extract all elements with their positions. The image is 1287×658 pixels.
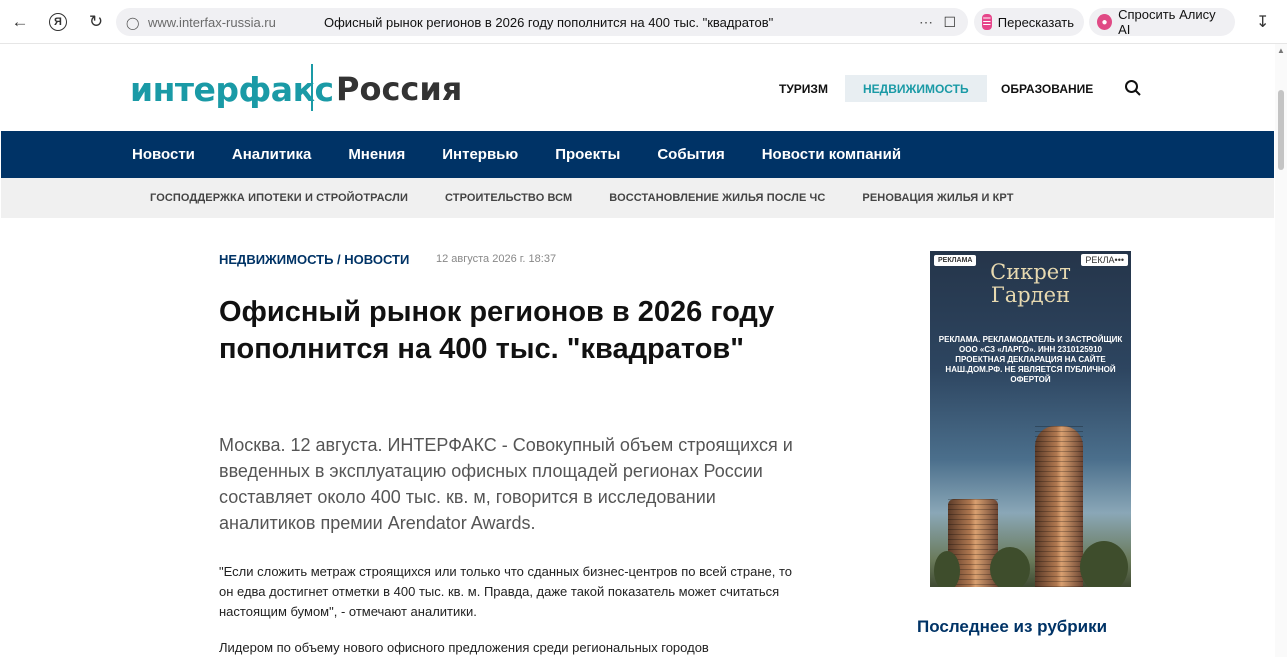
nav-events[interactable]: События [657,146,724,163]
top-link-real-estate[interactable]: НЕДВИЖИМОСТЬ [845,75,987,102]
address-bar[interactable]: ◯ www.interfax-russia.ru Офисный рынок р… [116,8,968,36]
nav-analytics[interactable]: Аналитика [232,146,311,163]
breadcrumb[interactable]: НЕДВИЖИМОСТЬ / НОВОСТИ [219,252,409,267]
retell-label: Пересказать [997,14,1074,30]
scrollbar[interactable]: ▲ [1275,44,1287,657]
subnav-housing-restoration[interactable]: ВОССТАНОВЛЕНИЕ ЖИЛЬЯ ПОСЛЕ ЧС [609,192,825,204]
retell-button[interactable]: ☰ Пересказать [974,8,1084,36]
site-logo[interactable]: интерфакс [130,70,334,109]
subnav-renovation[interactable]: РЕНОВАЦИЯ ЖИЛЬЯ И КРТ [862,192,1013,204]
nav-interviews[interactable]: Интервью [442,146,518,163]
sub-nav: ГОСПОДДЕРЖКА ИПОТЕКИ И СТРОЙОТРАСЛИ СТРО… [1,178,1274,218]
article-headline: Офисный рынок регионов в 2026 году попол… [219,296,775,365]
address-url: www.interfax-russia.ru [148,14,276,30]
more-icon[interactable]: ⋯ [919,14,934,31]
site-region[interactable]: Россия [336,70,462,108]
shield-icon: ◯ [126,15,140,30]
nav-projects[interactable]: Проекты [555,146,620,163]
nav-news[interactable]: Новости [132,146,195,163]
nav-opinions[interactable]: Мнения [348,146,405,163]
yandex-button[interactable]: Я [40,4,76,40]
logo-divider [311,64,313,111]
ask-alice-button[interactable]: ● Спросить Алису AI [1089,7,1235,37]
address-page-title: Офисный рынок регионов в 2026 году попол… [324,14,774,30]
reload-icon[interactable]: ↻ [78,4,114,40]
ad-tree-image [1080,541,1128,587]
ad-brand: Сикрет Гарден [990,260,1071,307]
scroll-thumb[interactable] [1278,90,1284,170]
ad-building-image [1035,426,1083,587]
alice-icon: ● [1097,14,1113,30]
top-link-tourism[interactable]: ТУРИЗМ [761,75,846,102]
article-date: 12 августа 2026 г. 18:37 [436,253,557,265]
browser-toolbar: ← Я ↻ ◯ www.interfax-russia.ru Офисный р… [0,0,1287,44]
retell-icon: ☰ [982,14,992,30]
article-paragraph: Лидером по объему нового офисного предло… [219,640,709,655]
scroll-up-icon[interactable]: ▲ [1277,46,1285,55]
subnav-mortgage-support[interactable]: ГОСПОДДЕРЖКА ИПОТЕКИ И СТРОЙОТРАСЛИ [150,192,408,204]
nav-company-news[interactable]: Новости компаний [762,146,901,163]
article-paragraph: "Если сложить метраж строящихся или толь… [219,564,793,619]
ad-banner[interactable]: РЕКЛАМА РЕКЛА••• Сикрет Гарден РЕКЛАМА. … [930,251,1131,587]
back-icon[interactable]: ← [2,4,38,40]
yandex-icon: Я [49,12,67,31]
ad-tree-image [990,547,1030,587]
search-icon[interactable] [1124,79,1142,102]
subnav-hsr-construction[interactable]: СТРОИТЕЛЬСТВО ВСМ [445,192,572,204]
top-link-education[interactable]: ОБРАЗОВАНИЕ [983,75,1111,102]
sidebar-heading: Последнее из рубрики [917,617,1108,636]
main-nav: Новости Аналитика Мнения Интервью Проект… [1,131,1274,178]
ask-alice-label: Спросить Алису AI [1118,7,1216,37]
download-icon[interactable]: ↧ [1256,12,1269,32]
article-lead: Москва. 12 августа. ИНТЕРФАКС - Совокупн… [219,435,793,533]
ad-disclaimer: РЕКЛАМА. РЕКЛАМОДАТЕЛЬ И ЗАСТРОЙЩИК ООО … [938,335,1123,384]
bookmark-icon[interactable]: ☐ [943,14,956,31]
ad-tree-image [934,551,960,587]
